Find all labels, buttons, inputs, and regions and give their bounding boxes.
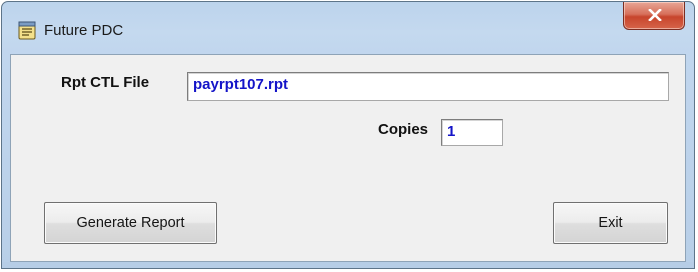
window-title: Future PDC — [44, 22, 124, 39]
rpt-ctl-file-label: Rpt CTL File — [61, 74, 150, 91]
rpt-ctl-file-input[interactable]: payrpt107.rpt — [187, 72, 669, 101]
close-icon — [648, 9, 662, 21]
copies-label: Copies — [378, 121, 429, 138]
exit-button[interactable]: Exit — [553, 202, 668, 244]
dialog-body: Rpt CTL File payrpt107.rpt Copies 1 Gene… — [10, 54, 686, 262]
window-frame-bottom — [2, 262, 694, 268]
title-bar[interactable]: Future PDC — [2, 2, 694, 52]
copies-input[interactable]: 1 — [441, 119, 503, 146]
report-form-icon — [18, 21, 36, 40]
close-button[interactable] — [623, 2, 685, 30]
generate-report-button[interactable]: Generate Report — [44, 202, 217, 244]
dialog-window: Future PDC Rpt CTL File payrpt107.rpt Co… — [1, 1, 695, 269]
